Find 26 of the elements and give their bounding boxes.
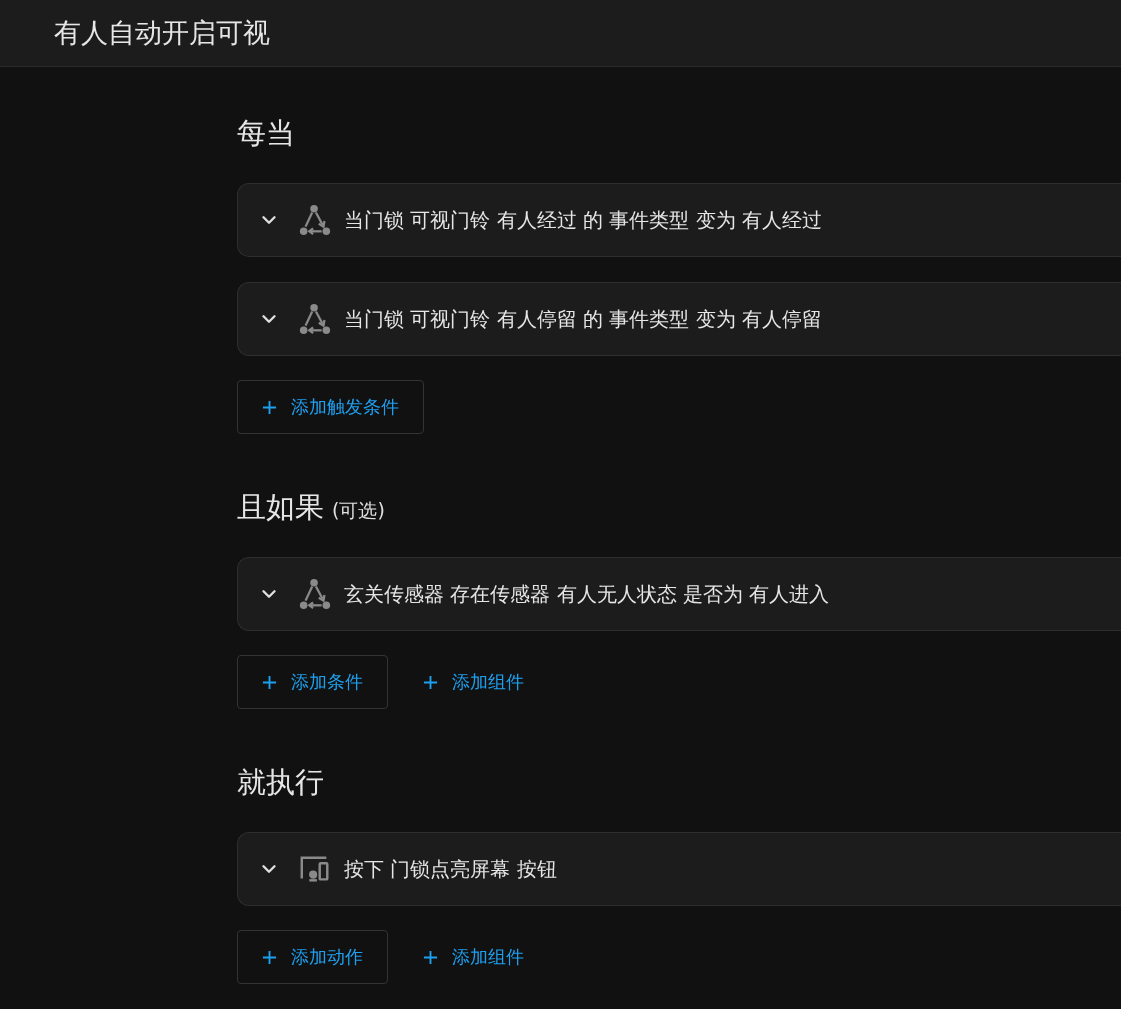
automation-row[interactable]: 按下 门锁点亮屏幕 按钮	[237, 832, 1121, 906]
add-link[interactable]: 添加组件	[398, 655, 549, 709]
row-text: 玄关传感器 存在传感器 有人无人状态 是否为 有人进入	[344, 580, 830, 608]
plus-icon	[262, 674, 277, 690]
add-link[interactable]: 添加组件	[398, 930, 549, 984]
section-heading: 每当	[237, 115, 295, 152]
plus-icon	[262, 399, 277, 415]
section-heading: 且如果	[237, 489, 324, 526]
plus-icon	[423, 949, 438, 965]
page-title: 有人自动开启可视	[54, 16, 270, 50]
automation-row[interactable]: 玄关传感器 存在传感器 有人无人状态 是否为 有人进入	[237, 557, 1121, 631]
row-text: 当门锁 可视门铃 有人经过 的 事件类型 变为 有人经过	[344, 206, 823, 234]
automation-row[interactable]: 当门锁 可视门铃 有人停留 的 事件类型 变为 有人停留	[237, 282, 1121, 356]
optional-note: (可选)	[332, 498, 385, 523]
plus-icon	[262, 949, 277, 965]
triangle-nodes-icon	[298, 577, 332, 611]
row-text: 按下 门锁点亮屏幕 按钮	[344, 855, 557, 883]
automation-row[interactable]: 当门锁 可视门铃 有人经过 的 事件类型 变为 有人经过	[237, 183, 1121, 257]
plus-icon	[423, 674, 438, 690]
triangle-nodes-icon	[298, 302, 332, 336]
section-heading: 就执行	[237, 764, 324, 801]
triangle-nodes-icon	[298, 203, 332, 237]
add-button[interactable]: 添加条件	[237, 655, 388, 709]
add-button[interactable]: 添加触发条件	[237, 380, 424, 434]
add-button[interactable]: 添加动作	[237, 930, 388, 984]
row-text: 当门锁 可视门铃 有人停留 的 事件类型 变为 有人停留	[344, 305, 823, 333]
